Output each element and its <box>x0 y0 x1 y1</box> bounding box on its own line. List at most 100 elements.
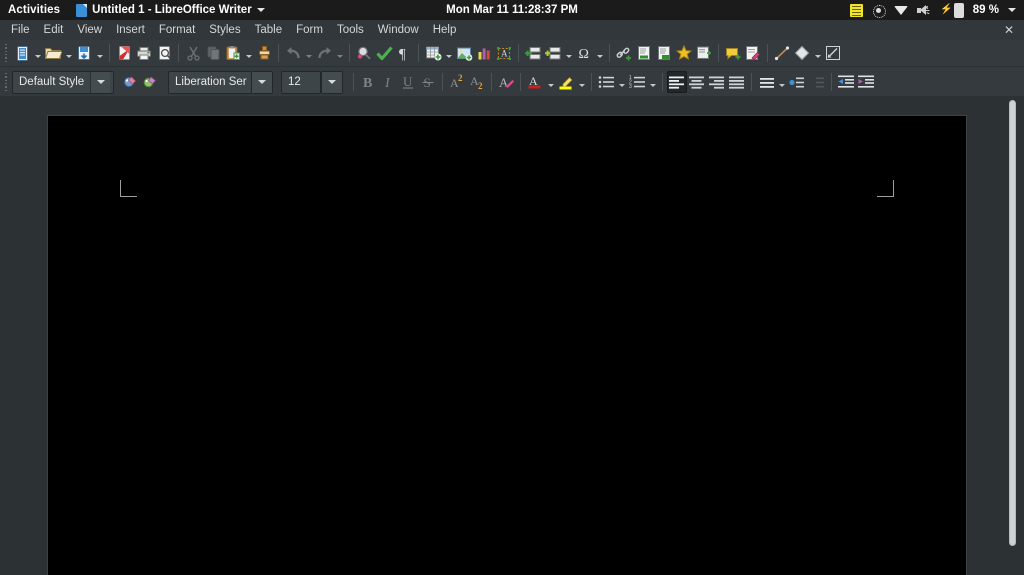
redo-button[interactable] <box>314 42 334 64</box>
menu-styles[interactable]: Styles <box>202 20 247 40</box>
unordered-list-dropdown[interactable] <box>616 71 627 93</box>
ordered-list-button[interactable]: 1 2 3 <box>627 71 647 93</box>
save-document-button[interactable] <box>74 42 94 64</box>
paragraph-style-chevron-down-icon[interactable] <box>90 71 111 93</box>
paste-dropdown[interactable] <box>243 42 254 64</box>
show-draw-functions-button[interactable] <box>823 42 843 64</box>
new-document-dropdown[interactable] <box>32 42 43 64</box>
font-name-combobox[interactable]: Liberation Ser <box>168 70 252 94</box>
app-menu-button[interactable]: Untitled 1 - LibreOffice Writer <box>70 3 271 17</box>
new-document-button[interactable] <box>12 42 32 64</box>
menu-form[interactable]: Form <box>289 20 330 40</box>
export-pdf-button[interactable] <box>114 42 134 64</box>
print-button[interactable] <box>134 42 154 64</box>
decrease-indent-button[interactable] <box>836 71 856 93</box>
bold-button[interactable]: B <box>358 71 378 93</box>
basic-shapes-button[interactable] <box>792 42 812 64</box>
unordered-list-button[interactable] <box>596 71 616 93</box>
highlighting-color-dropdown[interactable] <box>576 71 587 93</box>
open-document-dropdown[interactable] <box>63 42 74 64</box>
insert-field-button[interactable] <box>543 42 563 64</box>
decrease-paragraph-spacing-button[interactable] <box>807 71 827 93</box>
copy-button[interactable] <box>203 42 223 64</box>
insert-table-button[interactable] <box>423 42 443 64</box>
redo-dropdown[interactable] <box>334 42 345 64</box>
increase-paragraph-spacing-button[interactable] <box>787 71 807 93</box>
formatting-marks-button[interactable]: ¶ <box>394 42 414 64</box>
insert-cross-reference-button[interactable] <box>694 42 714 64</box>
clear-formatting-button[interactable]: A <box>496 71 516 93</box>
vertical-scrollbar-thumb[interactable] <box>1009 100 1016 546</box>
undo-button[interactable] <box>283 42 303 64</box>
status-indicators[interactable]: ⚡ 89 % <box>850 2 1024 18</box>
insert-table-dropdown[interactable] <box>443 42 454 64</box>
underline-button[interactable]: U <box>398 71 418 93</box>
paste-button[interactable] <box>223 42 243 64</box>
insert-endnote-button[interactable] <box>654 42 674 64</box>
menu-tools[interactable]: Tools <box>330 20 371 40</box>
font-name-chevron-down-icon[interactable] <box>252 71 272 93</box>
clone-formatting-button[interactable] <box>254 42 274 64</box>
font-size-chevron-down-icon[interactable] <box>322 71 342 93</box>
menu-help[interactable]: Help <box>426 20 464 40</box>
close-document-icon[interactable]: ✕ <box>1002 23 1016 37</box>
insert-text-box-button[interactable]: A <box>494 42 514 64</box>
font-size-combobox[interactable]: 12 <box>281 70 321 94</box>
font-name-dropdown[interactable] <box>252 70 273 94</box>
track-changes-button[interactable] <box>743 42 763 64</box>
toolbar-drag-handle[interactable] <box>2 44 10 62</box>
insert-special-character-dropdown[interactable] <box>594 42 605 64</box>
notes-icon[interactable] <box>850 3 864 17</box>
increase-indent-button[interactable] <box>856 71 876 93</box>
menu-view[interactable]: View <box>70 20 109 40</box>
insert-chart-button[interactable] <box>474 42 494 64</box>
align-left-button[interactable] <box>667 71 687 93</box>
basic-shapes-dropdown[interactable] <box>812 42 823 64</box>
align-center-button[interactable] <box>687 71 707 93</box>
find-and-replace-button[interactable] <box>354 42 374 64</box>
justified-button[interactable] <box>727 71 747 93</box>
italic-button[interactable]: I <box>378 71 398 93</box>
open-document-button[interactable] <box>43 42 63 64</box>
insert-special-character-button[interactable]: Ω <box>574 42 594 64</box>
document-canvas[interactable] <box>0 96 1024 575</box>
font-color-dropdown[interactable] <box>545 71 556 93</box>
insert-page-break-button[interactable] <box>523 42 543 64</box>
highlighting-color-button[interactable] <box>556 71 576 93</box>
menu-insert[interactable]: Insert <box>109 20 152 40</box>
cut-button[interactable] <box>183 42 203 64</box>
activities-button[interactable]: Activities <box>0 4 70 16</box>
insert-line-button[interactable] <box>772 42 792 64</box>
menu-window[interactable]: Window <box>371 20 426 40</box>
menu-edit[interactable]: Edit <box>37 20 71 40</box>
menu-table[interactable]: Table <box>248 20 290 40</box>
insert-hyperlink-button[interactable] <box>614 42 634 64</box>
paragraph-style-combobox[interactable]: Default Style <box>12 70 114 94</box>
document-page[interactable] <box>47 115 967 575</box>
insert-comment-button[interactable] <box>723 42 743 64</box>
insert-image-button[interactable] <box>454 42 474 64</box>
insert-bookmark-button[interactable] <box>674 42 694 64</box>
superscript-button[interactable]: A 2 <box>447 71 467 93</box>
font-size-dropdown[interactable] <box>321 70 343 94</box>
formatting-toolbar-drag-handle[interactable] <box>2 73 10 91</box>
vertical-scrollbar[interactable] <box>1008 100 1016 570</box>
menu-format[interactable]: Format <box>152 20 202 40</box>
update-selected-style-button[interactable] <box>120 71 140 93</box>
subscript-button[interactable]: A 2 <box>467 71 487 93</box>
font-color-button[interactable]: A <box>525 71 545 93</box>
strikethrough-button[interactable]: S <box>418 71 438 93</box>
save-document-dropdown[interactable] <box>94 42 105 64</box>
align-right-button[interactable] <box>707 71 727 93</box>
line-spacing-button[interactable] <box>756 71 776 93</box>
line-spacing-dropdown[interactable] <box>776 71 787 93</box>
insert-field-dropdown[interactable] <box>563 42 574 64</box>
print-preview-button[interactable] <box>154 42 174 64</box>
new-style-from-selection-button[interactable] <box>140 71 160 93</box>
spelling-button[interactable] <box>374 42 394 64</box>
undo-dropdown[interactable] <box>303 42 314 64</box>
system-menu-chevron-down-icon[interactable] <box>1008 8 1016 12</box>
ordered-list-dropdown[interactable] <box>647 71 658 93</box>
insert-footnote-button[interactable] <box>634 42 654 64</box>
menu-file[interactable]: File <box>4 20 37 40</box>
